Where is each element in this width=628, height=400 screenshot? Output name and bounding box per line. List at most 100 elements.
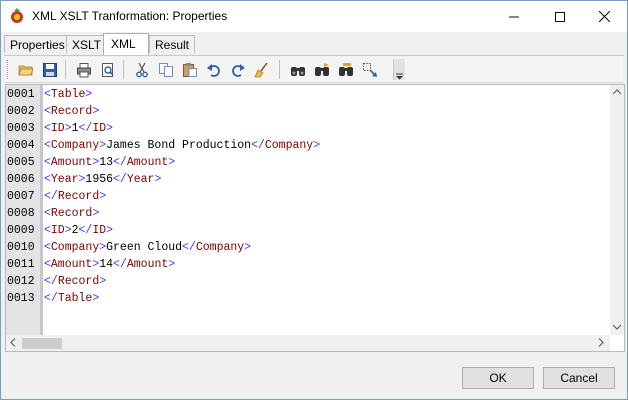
ok-button[interactable]: OK (462, 367, 534, 389)
find-next-icon[interactable] (311, 59, 333, 80)
tab-strip: Properties XSLT XML Result (4, 33, 624, 55)
replace-icon[interactable] (335, 59, 357, 80)
tag-bracket: </ (251, 139, 265, 152)
editor-toolbar (5, 57, 623, 83)
tab-properties[interactable]: Properties (4, 35, 71, 53)
toolbar-separator (279, 60, 280, 79)
tag-bracket: < (44, 241, 51, 254)
tab-divider (4, 55, 624, 56)
tag-bracket: </ (78, 224, 93, 237)
redo-icon[interactable] (227, 59, 249, 80)
minimize-button[interactable] (491, 1, 537, 32)
copy-icon[interactable] (155, 59, 177, 80)
tag-name: ID (92, 122, 107, 135)
scroll-down-icon[interactable] (612, 323, 622, 333)
line-number: 0005 (7, 156, 35, 169)
tab-xslt[interactable]: XSLT (66, 35, 108, 53)
element-value: James Bond Production (106, 139, 252, 152)
element-value: 14 (99, 258, 114, 271)
line-code: <Amount>14</Amount> (44, 256, 175, 273)
tag-bracket: > (313, 139, 321, 152)
tag-name: Year (50, 173, 79, 186)
tag-name: Amount (126, 258, 169, 271)
tag-bracket: > (92, 207, 100, 220)
line-number: 0011 (7, 258, 35, 271)
window-title: XML XSLT Tranformation: Properties (32, 9, 228, 23)
line-number: 0012 (7, 275, 35, 288)
toolbar-overflow-button[interactable] (393, 59, 405, 80)
goto-icon[interactable] (359, 59, 381, 80)
tag-bracket: < (44, 173, 51, 186)
tag-bracket: </ (44, 190, 58, 203)
tag-bracket: > (154, 173, 162, 186)
line-code: <Table> (44, 86, 92, 103)
line-number: 0013 (7, 292, 35, 305)
tag-bracket: < (44, 139, 51, 152)
tag-bracket: > (99, 275, 107, 288)
paste-icon[interactable] (179, 59, 201, 80)
tag-name: Record (57, 275, 100, 288)
tag-name: Record (50, 207, 93, 220)
element-value: 13 (99, 156, 114, 169)
close-button[interactable] (581, 1, 627, 32)
print-preview-icon[interactable] (97, 59, 119, 80)
tab-xml[interactable]: XML (103, 33, 149, 55)
line-number: 0007 (7, 190, 35, 203)
find-icon[interactable] (287, 59, 309, 80)
line-code: </Table> (44, 290, 99, 307)
element-value: 2 (71, 224, 79, 237)
save-icon[interactable] (39, 59, 61, 80)
scroll-right-icon[interactable] (598, 338, 604, 350)
tag-bracket: < (44, 122, 51, 135)
tag-name: ID (50, 224, 65, 237)
line-code: <Record> (44, 103, 99, 120)
tag-bracket: </ (44, 275, 58, 288)
vertical-scrollbar[interactable] (610, 85, 624, 335)
open-folder-icon[interactable] (15, 59, 37, 80)
tag-bracket: </ (78, 122, 93, 135)
tag-name: Year (126, 173, 155, 186)
title-bar[interactable]: XML XSLT Tranformation: Properties (1, 1, 627, 32)
app-icon (9, 8, 25, 24)
line-code: <ID>1</ID> (44, 120, 113, 137)
xml-editor[interactable]: 0001 <Table> 0002 <Record> 0003 <ID>1</ID> 000… (5, 84, 625, 352)
tag-name: Company (264, 139, 314, 152)
line-code: <ID>2</ID> (44, 222, 113, 239)
toolbar-grip[interactable] (7, 60, 11, 79)
tag-bracket: < (44, 156, 51, 169)
line-code: <Company>James Bond Production</Company> (44, 137, 320, 154)
tag-name: Company (50, 139, 100, 152)
tag-bracket: > (106, 224, 114, 237)
tag-bracket: < (44, 88, 51, 101)
tag-bracket: </ (113, 258, 127, 271)
print-icon[interactable] (73, 59, 95, 80)
line-code: <Record> (44, 205, 99, 222)
maximize-button[interactable] (537, 1, 583, 32)
tag-bracket: </ (44, 292, 58, 305)
cut-icon[interactable] (131, 59, 153, 80)
scroll-up-icon[interactable] (612, 88, 622, 98)
undo-icon[interactable] (203, 59, 225, 80)
tag-bracket: </ (113, 173, 127, 186)
clear-icon[interactable] (251, 59, 273, 80)
tag-bracket: > (244, 241, 252, 254)
tag-bracket: < (44, 224, 51, 237)
tag-bracket: > (85, 88, 93, 101)
horizontal-scroll-thumb[interactable] (22, 338, 62, 349)
horizontal-scrollbar[interactable] (6, 335, 610, 351)
tag-name: Amount (50, 258, 93, 271)
line-number: 0004 (7, 139, 35, 152)
line-number: 0009 (7, 224, 35, 237)
tab-result[interactable]: Result (149, 35, 196, 53)
tag-bracket: > (168, 258, 176, 271)
line-code: <Year>1956</Year> (44, 171, 161, 188)
toolbar-separator (65, 60, 66, 79)
tag-bracket: </ (113, 156, 127, 169)
tag-bracket: > (64, 122, 72, 135)
line-number: 0002 (7, 105, 35, 118)
scroll-left-icon[interactable] (10, 338, 16, 350)
cancel-button[interactable]: Cancel (543, 367, 615, 389)
line-number: 0010 (7, 241, 35, 254)
line-number: 0006 (7, 173, 35, 186)
tag-bracket: > (106, 122, 114, 135)
